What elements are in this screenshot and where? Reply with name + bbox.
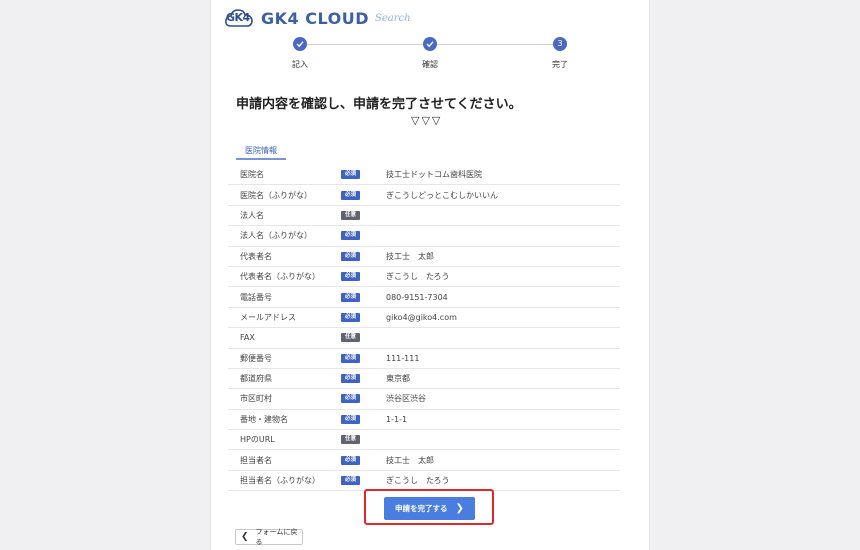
logo-mark: GK4	[226, 11, 250, 24]
required-badge: 必須	[341, 414, 360, 424]
step-1-check-icon	[293, 37, 307, 51]
required-badge: 必須	[341, 292, 360, 302]
cloud-logo-icon: GK4	[225, 7, 253, 29]
table-row: メールアドレス 必須 giko4@giko4.com	[228, 308, 620, 329]
required-badge: 必須	[341, 170, 360, 180]
field-label: 都道府県	[240, 374, 272, 384]
field-value: 東京都	[386, 374, 410, 384]
required-badge: 必須	[341, 272, 360, 282]
field-label: FAX	[240, 333, 255, 343]
required-badge: 必須	[341, 394, 360, 404]
field-label: 医院名（ふりがな）	[240, 190, 312, 200]
required-badge: 必須	[341, 476, 360, 486]
table-row: 郵便番号 必須 111-111	[228, 349, 620, 369]
field-value: 1-1-1	[386, 414, 408, 424]
field-label: メールアドレス	[240, 312, 296, 322]
table-row: FAX 任意	[228, 328, 620, 349]
table-row: 電話番号 必須 080-9151-7304	[228, 287, 620, 308]
field-value: 技工士ドットコム歯科医院	[386, 170, 482, 180]
required-badge: 必須	[341, 312, 360, 322]
optional-badge: 任意	[341, 210, 360, 220]
field-value: 111-111	[386, 353, 420, 363]
required-badge: 必須	[341, 190, 360, 200]
chevron-left-icon: ❮	[241, 532, 249, 542]
table-row: 法人名 任意	[228, 206, 620, 227]
tab-clinic-info[interactable]: 医院情報	[236, 143, 286, 160]
table-row: 担当者名 必須 技工士 太郎	[228, 450, 620, 471]
field-label: 市区町村	[240, 394, 272, 404]
down-arrows-icon: ▽▽▽	[411, 114, 443, 127]
step-1-label: 記入	[292, 60, 308, 69]
logo[interactable]: GK4 GK4 CLOUD Search	[225, 5, 411, 31]
step-2-label: 確認	[422, 60, 438, 69]
table-row: 代表者名 必須 技工士 太郎	[228, 247, 620, 267]
step-3-number: 3	[553, 37, 567, 51]
field-value: 技工士 太郎	[386, 251, 434, 261]
step-3-label: 完了	[552, 60, 568, 69]
field-label: 法人名（ふりがな）	[240, 231, 312, 241]
field-label: 郵便番号	[240, 353, 272, 363]
table-row: HPのURL 任意	[228, 430, 620, 451]
logo-title: GK4 CLOUD	[261, 8, 369, 28]
back-to-form-label: フォームに戻る	[255, 528, 298, 546]
page-container: GK4 GK4 CLOUD Search 記入 確認 3 完了 申請内容を確認し…	[211, 0, 649, 550]
step-connector	[437, 44, 553, 45]
complete-application-label: 申請を完了する	[395, 504, 448, 513]
field-label: 番地・建物名	[240, 414, 288, 424]
required-badge: 必須	[341, 374, 360, 384]
required-badge: 必須	[341, 353, 360, 363]
field-label: 代表者名（ふりがな）	[240, 272, 320, 282]
table-row: 医院名（ふりがな） 必須 ぎこうしどっとこむしかいいん	[228, 185, 620, 206]
table-row: 法人名（ふりがな） 必須	[228, 226, 620, 247]
table-row: 代表者名（ふりがな） 必須 ぎこうし たろう	[228, 267, 620, 288]
table-row: 番地・建物名 必須 1-1-1	[228, 410, 620, 431]
field-label: HPのURL	[240, 435, 275, 445]
required-badge: 必須	[341, 251, 360, 261]
field-label: 電話番号	[240, 292, 272, 302]
table-row: 市区町村 必須 渋谷区渋谷	[228, 389, 620, 410]
page-heading: 申請内容を確認し、申請を完了させてください。	[236, 97, 522, 112]
complete-application-button[interactable]: 申請を完了する ❯	[384, 497, 475, 520]
field-label: 法人名	[240, 210, 264, 220]
optional-badge: 任意	[341, 435, 360, 445]
progress-stepper: 記入 確認 3 完了	[211, 36, 649, 72]
step-connector	[307, 44, 423, 45]
table-row: 都道府県 必須 東京都	[228, 369, 620, 390]
back-to-form-button[interactable]: ❮ フォームに戻る	[235, 528, 303, 546]
optional-badge: 任意	[341, 333, 360, 343]
field-value: ぎこうし たろう	[386, 476, 450, 486]
table-row: 医院名 必須 技工士ドットコム歯科医院	[228, 165, 620, 186]
required-badge: 必須	[341, 231, 360, 241]
field-value: ぎこうしどっとこむしかいいん	[386, 190, 498, 200]
field-label: 医院名	[240, 170, 264, 180]
field-value: 080-9151-7304	[386, 292, 448, 302]
chevron-right-icon: ❯	[455, 503, 464, 514]
field-value: ぎこうし たろう	[386, 272, 450, 282]
confirmation-table: 医院名 必須 技工士ドットコム歯科医院 医院名（ふりがな） 必須 ぎこうしどっとこむしかい…	[228, 165, 620, 492]
field-label: 担当者名	[240, 455, 272, 465]
required-badge: 必須	[341, 455, 360, 465]
field-label: 代表者名	[240, 251, 272, 261]
logo-subtitle: Search	[374, 12, 411, 24]
field-value: 渋谷区渋谷	[386, 394, 426, 404]
field-label: 担当者名（ふりがな）	[240, 476, 320, 486]
field-value: 技工士 太郎	[386, 455, 434, 465]
step-2-check-icon	[423, 37, 437, 51]
field-value: giko4@giko4.com	[386, 312, 457, 322]
